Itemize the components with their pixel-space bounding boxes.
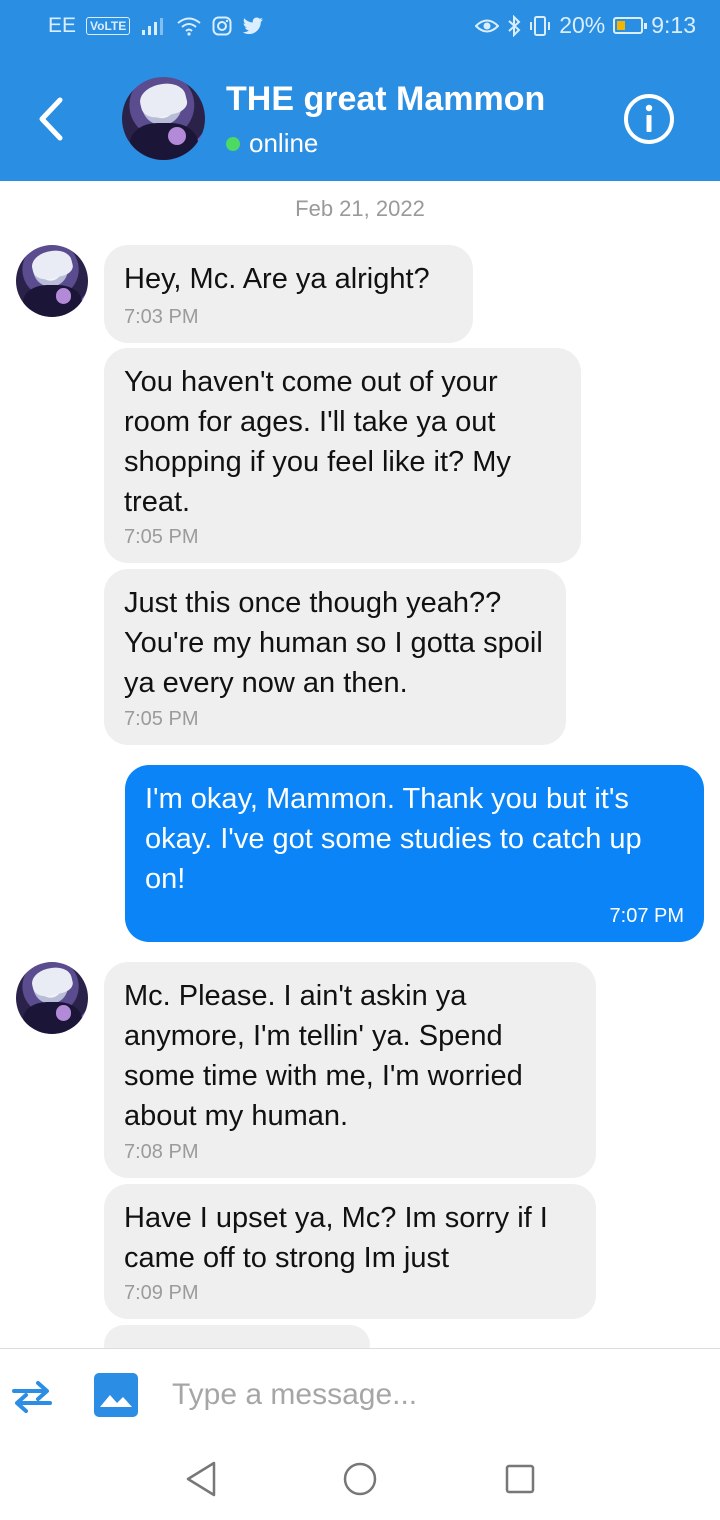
chat-header: EE VoLTE 20% 9:13 THE great Mammon onlin… bbox=[0, 0, 720, 181]
sender-avatar[interactable] bbox=[16, 962, 88, 1034]
date-separator: Feb 21, 2022 bbox=[295, 196, 425, 221]
info-icon[interactable] bbox=[622, 92, 676, 146]
message-time: 7:03 PM bbox=[124, 306, 199, 328]
nav-back-icon[interactable] bbox=[184, 1460, 218, 1498]
message-text: I'm okay, Mammon. Thank you but it's oka… bbox=[145, 783, 642, 895]
nav-recent-icon[interactable] bbox=[505, 1464, 535, 1494]
twitter-icon bbox=[243, 17, 264, 34]
message-composer bbox=[0, 1348, 720, 1440]
status-bar-right: 20% 9:13 bbox=[475, 12, 696, 39]
eye-icon bbox=[475, 19, 500, 32]
message-time: 7:07 PM bbox=[609, 905, 684, 927]
message-time: 7:08 PM bbox=[124, 1141, 199, 1163]
message-text: You haven't come out of your room for ag… bbox=[124, 366, 511, 518]
volte-badge: VoLTE bbox=[86, 17, 131, 35]
presence-label: online bbox=[249, 128, 319, 158]
message-time: 7:05 PM bbox=[124, 526, 199, 548]
status-bar-left: EE VoLTE bbox=[48, 14, 264, 38]
message-bubble-incoming[interactable]: You haven't come out of your room for ag… bbox=[104, 348, 581, 563]
message-text: Mc. Please. I ain't askin ya anymore, I'… bbox=[124, 980, 523, 1132]
contact-avatar[interactable] bbox=[122, 77, 205, 160]
message-bubble-outgoing[interactable]: I'm okay, Mammon. Thank you but it's oka… bbox=[125, 765, 704, 942]
wifi-icon bbox=[177, 17, 201, 36]
nav-home-icon[interactable] bbox=[343, 1462, 377, 1496]
message-text: Hey, Mc. Are ya alright? bbox=[124, 263, 430, 295]
instagram-icon bbox=[212, 16, 232, 36]
message-input[interactable] bbox=[172, 1367, 692, 1423]
battery-percent: 20% bbox=[559, 12, 606, 38]
swap-icon[interactable] bbox=[10, 1377, 54, 1417]
message-bubble-incoming[interactable]: Mc. Please. I ain't askin ya anymore, I'… bbox=[104, 962, 596, 1178]
message-time: 7:05 PM bbox=[124, 708, 199, 730]
status-bar: EE VoLTE 20% 9:13 bbox=[0, 0, 720, 56]
message-bubble-incoming[interactable]: Hey, Mc. Are ya alright? 7:03 PM bbox=[104, 245, 473, 343]
back-arrow-icon[interactable] bbox=[30, 92, 74, 146]
message-text: Have I upset ya, Mc? Im sorry if I came … bbox=[124, 1202, 548, 1274]
image-icon[interactable] bbox=[94, 1373, 138, 1417]
message-text: Just this once though yeah?? You're my h… bbox=[124, 587, 543, 699]
signal-icon bbox=[142, 18, 164, 35]
carrier-label: EE bbox=[48, 14, 77, 37]
message-time: 7:09 PM bbox=[124, 1282, 199, 1304]
message-bubble-incoming[interactable]: Just this once though yeah?? You're my h… bbox=[104, 569, 566, 745]
bluetooth-icon bbox=[508, 14, 521, 37]
system-nav-bar bbox=[0, 1440, 720, 1520]
contact-name[interactable]: THE great Mammon bbox=[226, 80, 545, 119]
message-bubble-incoming[interactable]: Have I upset ya, Mc? Im sorry if I came … bbox=[104, 1184, 596, 1319]
vibrate-icon bbox=[530, 15, 551, 36]
online-dot-icon bbox=[226, 136, 240, 151]
battery-icon bbox=[613, 17, 648, 34]
presence-status: online bbox=[226, 128, 318, 159]
sender-avatar[interactable] bbox=[16, 245, 88, 317]
clock-time: 9:13 bbox=[651, 12, 696, 38]
